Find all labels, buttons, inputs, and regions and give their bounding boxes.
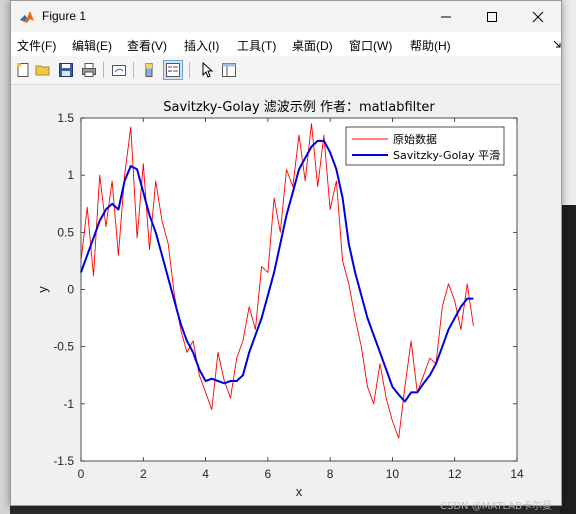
- watermark-text: CSDN @MATLAB卡尔曼: [440, 501, 552, 512]
- y-tick-label: 1: [67, 168, 74, 182]
- background-left-window: [0, 0, 10, 514]
- minimize-icon: [441, 16, 451, 17]
- x-tick-label: 14: [510, 467, 524, 481]
- window-title: Figure 1: [42, 9, 87, 23]
- toolbar-separator: [189, 62, 190, 78]
- x-tick-label: 6: [265, 467, 272, 481]
- legend-label: 原始数据: [393, 132, 437, 146]
- plot-svg[interactable]: 0 2 4 6 8 10 12 14 1.5 1 0.5 0 -0.5 -1 -1.5 Savitzky-Go…: [11, 85, 561, 505]
- print-figure-button[interactable]: [79, 60, 99, 80]
- pointer-arrow-icon: [202, 62, 214, 78]
- save-icon: [59, 63, 73, 77]
- colorbar-icon: [145, 63, 153, 77]
- y-tick-label: 1.5: [57, 111, 74, 125]
- menu-desktop[interactable]: 桌面(D): [292, 37, 333, 54]
- new-file-icon: [17, 63, 29, 77]
- y-tick-label: 0.5: [57, 225, 74, 239]
- legend-label: Savitzky-Golay 平滑: [393, 149, 500, 162]
- menu-file[interactable]: 文件(F): [17, 37, 56, 54]
- maximize-icon: [487, 11, 497, 22]
- open-file-button[interactable]: [33, 60, 53, 80]
- property-inspector-button[interactable]: [219, 60, 239, 80]
- background-right-editor: [560, 0, 576, 514]
- toolbar-separator: [133, 62, 134, 78]
- figure-canvas: 0 2 4 6 8 10 12 14 1.5 1 0.5 0 -0.5 -1 -1.5 Savitzky-Go…: [11, 85, 561, 505]
- chart-title: Savitzky-Golay 滤波示例 作者：matlabfilter: [163, 100, 435, 115]
- titlebar[interactable]: Figure 1: [11, 1, 561, 32]
- x-axis-label: x: [296, 484, 303, 499]
- menu-insert[interactable]: 插入(I): [184, 37, 219, 54]
- x-tick-label: 12: [448, 467, 462, 481]
- y-tick-label: 0: [67, 283, 74, 297]
- toolbar: [11, 56, 561, 85]
- y-tick-label: -1: [63, 397, 74, 411]
- menu-edit[interactable]: 编辑(E): [72, 37, 112, 54]
- x-tick-label: 8: [327, 467, 334, 481]
- edit-plot-button[interactable]: [197, 60, 217, 80]
- y-tick-label: -0.5: [53, 340, 74, 354]
- figure-window: Figure 1 文件(F) 编辑(E) 查看(V) 插入(I) 工具(T) 桌…: [10, 0, 562, 506]
- link-plot-icon: [112, 65, 126, 76]
- open-folder-icon: [35, 65, 50, 76]
- minimize-button[interactable]: [423, 1, 469, 32]
- y-tick-label: -1.5: [53, 454, 74, 468]
- maximize-button[interactable]: [469, 1, 515, 32]
- menu-dock-arrow-icon[interactable]: [553, 40, 561, 48]
- menu-help[interactable]: 帮助(H): [410, 37, 451, 54]
- print-icon: [82, 63, 96, 77]
- x-tick-label: 2: [140, 467, 147, 481]
- close-icon: [532, 11, 544, 22]
- x-tick-label: 0: [78, 467, 85, 481]
- link-plot-button[interactable]: [109, 60, 129, 80]
- menu-view[interactable]: 查看(V): [127, 37, 167, 54]
- matlab-logo-icon: [20, 11, 34, 23]
- y-axis-label: y: [35, 286, 50, 293]
- background-editor-strip: [560, 0, 576, 205]
- menu-bar: 文件(F) 编辑(E) 查看(V) 插入(I) 工具(T) 桌面(D) 窗口(W…: [11, 32, 561, 56]
- toolbar-separator: [103, 62, 104, 78]
- property-inspector-icon: [222, 63, 236, 77]
- insert-colorbar-button[interactable]: [139, 60, 159, 80]
- insert-legend-button[interactable]: [163, 60, 183, 80]
- menu-tools[interactable]: 工具(T): [237, 37, 276, 54]
- save-figure-button[interactable]: [56, 60, 76, 80]
- close-button[interactable]: [515, 1, 561, 32]
- menu-window[interactable]: 窗口(W): [349, 37, 392, 54]
- legend-icon: [166, 63, 180, 77]
- new-figure-button[interactable]: [13, 60, 33, 80]
- x-tick-label: 4: [202, 467, 209, 481]
- x-tick-label: 10: [386, 467, 400, 481]
